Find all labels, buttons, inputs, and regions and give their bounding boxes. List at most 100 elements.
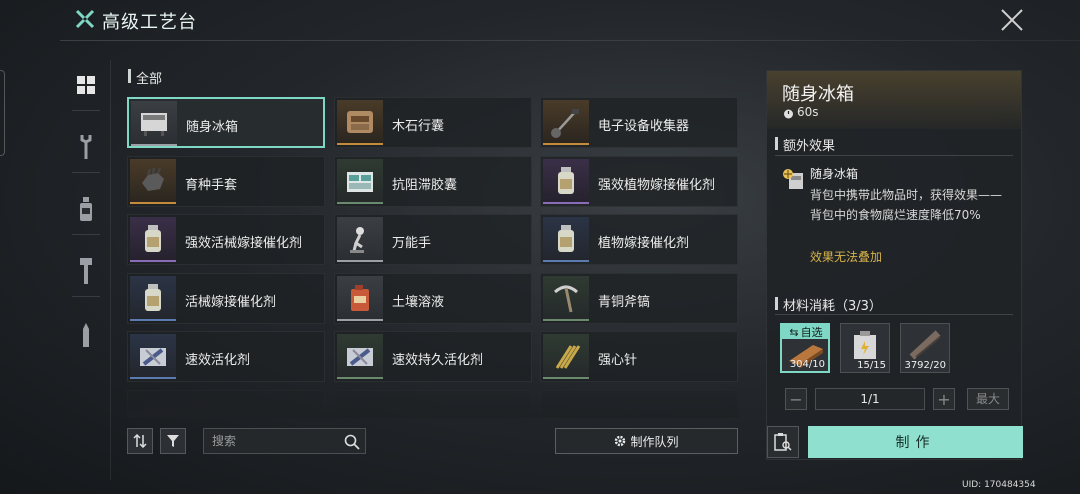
recipe-item[interactable]: 速效活化剂	[127, 331, 325, 382]
fridge-snowflake-icon	[783, 169, 803, 189]
decrease-button[interactable]: −	[785, 388, 807, 410]
recipe-thumbnail	[337, 100, 383, 145]
recipe-thumbnail	[130, 159, 176, 204]
recipe-grid: 随身冰箱 木石行囊 电子设备收集器育种手套 抗阻滞胶囊 强效植物嫁接催化剂强效活械嫁接催…	[127, 97, 739, 415]
left-edge-tab[interactable]	[0, 70, 5, 156]
page-title: 高级工艺台	[102, 12, 197, 33]
wrench-icon	[80, 135, 92, 159]
recipe-item-partial[interactable]	[334, 390, 532, 415]
syringe-icon	[347, 347, 373, 366]
recipe-name: 速效持久活化剂	[392, 353, 484, 368]
section-divider	[775, 314, 1013, 315]
recipe-item[interactable]: 土壤溶液	[334, 273, 532, 324]
recipe-item-partial[interactable]	[127, 390, 325, 415]
effect-section-title: 额外效果	[775, 135, 835, 154]
quantity-field[interactable]: 1/1	[815, 388, 925, 410]
header-divider	[60, 40, 1080, 41]
sidebar-item-equipment[interactable]	[62, 248, 110, 294]
bullet-icon	[83, 323, 89, 347]
jar-icon	[145, 283, 161, 311]
book-search-icon	[774, 433, 792, 451]
recipe-item[interactable]: 万能手	[334, 214, 532, 265]
detail-title: 随身冰箱	[782, 84, 854, 105]
sidebar-item-tools[interactable]	[62, 124, 110, 170]
material-slot-1[interactable]: ⇆ 自选 304/10	[780, 323, 830, 373]
recipe-name: 速效活化剂	[185, 353, 251, 368]
recipe-book-button[interactable]	[767, 426, 799, 458]
recipe-thumbnail	[337, 276, 383, 321]
material-slot-2[interactable]: 15/15	[840, 323, 890, 373]
recipe-item[interactable]: 育种手套	[127, 156, 325, 207]
recipe-item[interactable]: 青铜斧镐	[540, 273, 738, 324]
jar-icon	[558, 224, 574, 252]
recipe-thumbnail	[543, 217, 589, 262]
craft-queue-button[interactable]: 制作队列	[555, 428, 738, 454]
recipe-thumbnail	[130, 334, 176, 379]
effect-description: 背包中携带此物品时，获得效果——背包中的食物腐烂速度降低70%	[810, 188, 1003, 222]
recipe-thumbnail	[130, 217, 176, 262]
grid-icon	[77, 76, 95, 94]
recipe-item[interactable]: 强心针	[540, 331, 738, 382]
recipe-item[interactable]: 活械嫁接催化剂	[127, 273, 325, 324]
recipe-name: 强心针	[598, 353, 638, 368]
materials-section-title: 材料消耗（3/3）	[775, 295, 882, 314]
craft-queue-label: 制作队列	[630, 434, 679, 449]
sidebar-item-medicine[interactable]	[62, 186, 110, 232]
recipe-name: 木石行囊	[392, 119, 445, 134]
capsule-icon	[347, 171, 373, 192]
recipe-item[interactable]: 抗阻滞胶囊	[334, 156, 532, 207]
recipe-name: 育种手套	[185, 178, 238, 193]
header: 高级工艺台	[0, 0, 1080, 42]
sidebar-divider	[72, 234, 100, 235]
recipe-item[interactable]: 木石行囊	[334, 97, 532, 148]
recipe-name: 青铜斧镐	[598, 295, 651, 310]
recipe-item-partial[interactable]	[540, 390, 738, 415]
recipe-item[interactable]: 随身冰箱	[127, 97, 325, 148]
gear-icon	[615, 435, 626, 447]
recipe-item[interactable]: 速效持久活化剂	[334, 331, 532, 382]
needles-icon	[555, 344, 581, 369]
close-icon[interactable]	[998, 6, 1026, 34]
canister-icon	[351, 284, 369, 311]
backpack-icon	[347, 110, 373, 133]
recipe-thumbnail	[543, 334, 589, 379]
recipe-name: 活械嫁接催化剂	[185, 295, 277, 310]
fridge-icon	[141, 112, 167, 136]
sidebar-divider	[72, 110, 100, 111]
swap-icon: ⇆	[789, 325, 799, 339]
material-slot-3[interactable]: 3792/20	[900, 323, 950, 373]
recipe-name: 强效活械嫁接催化剂	[185, 236, 303, 251]
recipe-thumbnail	[130, 276, 176, 321]
recipe-name: 强效植物嫁接催化剂	[598, 178, 716, 193]
glove-icon	[142, 167, 164, 191]
max-button[interactable]: 最大	[967, 388, 1009, 410]
sidebar-item-all[interactable]	[62, 62, 110, 108]
craft-button[interactable]: 制作	[808, 426, 1023, 458]
recipe-thumbnail	[337, 334, 383, 379]
section-divider	[775, 155, 1013, 156]
filter-icon	[167, 435, 179, 447]
recipe-thumbnail	[131, 101, 177, 146]
search-input[interactable]	[212, 432, 342, 450]
crossed-tools-icon	[75, 9, 95, 29]
recipe-item[interactable]: 强效活械嫁接催化剂	[127, 214, 325, 265]
material-count: 3792/20	[904, 360, 946, 371]
auto-select-badge[interactable]: ⇆ 自选	[782, 325, 830, 339]
user-id: UID: 170484354	[962, 480, 1036, 490]
category-sidebar	[62, 62, 110, 362]
recipe-item[interactable]: 植物嫁接催化剂	[540, 214, 738, 265]
filter-button[interactable]	[160, 428, 186, 454]
effect-note: 效果无法叠加	[810, 250, 883, 264]
jar-icon	[558, 166, 574, 194]
recipe-item[interactable]: 电子设备收集器	[540, 97, 738, 148]
recipe-name: 土壤溶液	[392, 295, 445, 310]
sort-button[interactable]	[127, 428, 153, 454]
battery-box-icon	[854, 331, 876, 359]
recipe-thumbnail	[543, 276, 589, 321]
increase-button[interactable]: +	[933, 388, 955, 410]
recipe-item[interactable]: 强效植物嫁接催化剂	[540, 156, 738, 207]
recipe-name: 植物嫁接催化剂	[598, 236, 690, 251]
recipe-thumbnail	[337, 217, 383, 262]
search-icon[interactable]	[343, 433, 361, 451]
sidebar-item-ammo[interactable]	[62, 312, 110, 358]
